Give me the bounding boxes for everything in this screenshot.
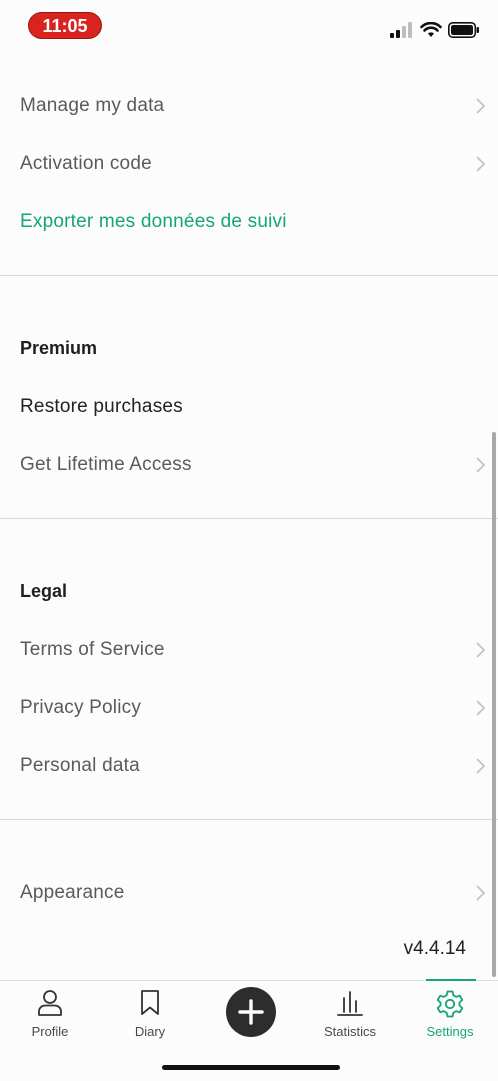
appearance-label: Appearance — [20, 882, 125, 903]
export-data-label: Exporter mes données de suivi — [20, 211, 287, 232]
export-data-link[interactable]: Exporter mes données de suivi — [0, 202, 498, 242]
status-icons — [390, 20, 480, 40]
home-indicator — [162, 1065, 340, 1070]
chevron-right-icon — [476, 642, 486, 658]
terms-of-service-label: Terms of Service — [20, 639, 165, 660]
gear-icon — [436, 990, 464, 1018]
terms-of-service-item[interactable]: Terms of Service — [0, 630, 498, 670]
section-divider — [0, 275, 498, 276]
privacy-policy-item[interactable]: Privacy Policy — [0, 688, 498, 728]
activation-code-label: Activation code — [20, 153, 152, 174]
appearance-item[interactable]: Appearance — [0, 873, 498, 913]
section-divider — [0, 518, 498, 519]
restore-purchases-item[interactable]: Restore purchases — [0, 387, 498, 427]
plus-icon — [238, 999, 264, 1025]
manage-my-data-label: Manage my data — [20, 95, 165, 116]
tab-settings[interactable]: Settings — [400, 981, 498, 1051]
tab-settings-label: Settings — [426, 1024, 474, 1039]
legal-section-title: Legal — [20, 581, 68, 601]
activation-code-item[interactable]: Activation code — [0, 144, 498, 184]
tab-statistics[interactable]: Statistics — [300, 981, 400, 1051]
personal-data-label: Personal data — [20, 755, 140, 776]
manage-my-data-item[interactable]: Manage my data — [0, 86, 498, 126]
chevron-right-icon — [476, 457, 486, 473]
personal-data-item[interactable]: Personal data — [0, 746, 498, 786]
lifetime-access-label: Get Lifetime Access — [20, 454, 192, 475]
signal-icon — [390, 22, 412, 38]
bar-chart-icon — [337, 991, 363, 1016]
add-entry-button[interactable] — [226, 987, 276, 1037]
person-icon — [38, 990, 62, 1016]
tab-diary-label: Diary — [134, 1024, 166, 1039]
tab-statistics-label: Statistics — [323, 1024, 376, 1039]
tab-diary[interactable]: Diary — [100, 981, 200, 1051]
battery-icon — [448, 22, 479, 38]
status-time: 11:05 — [28, 12, 102, 39]
chevron-right-icon — [476, 98, 486, 114]
bookmark-icon — [141, 990, 159, 1015]
chevron-right-icon — [476, 156, 486, 172]
section-divider — [0, 819, 498, 820]
chevron-right-icon — [476, 758, 486, 774]
wifi-icon — [420, 22, 442, 37]
premium-section-title: Premium — [20, 338, 98, 358]
lifetime-access-item[interactable]: Get Lifetime Access — [0, 445, 498, 485]
tab-profile-label: Profile — [31, 1024, 69, 1039]
privacy-policy-label: Privacy Policy — [20, 697, 142, 718]
chevron-right-icon — [476, 885, 486, 901]
tab-profile[interactable]: Profile — [0, 981, 100, 1051]
restore-purchases-label: Restore purchases — [20, 396, 183, 417]
chevron-right-icon — [476, 700, 486, 716]
scrollbar[interactable] — [492, 432, 496, 977]
app-version: v4.4.14 — [403, 938, 466, 959]
status-bar: 11:05 — [0, 0, 498, 52]
